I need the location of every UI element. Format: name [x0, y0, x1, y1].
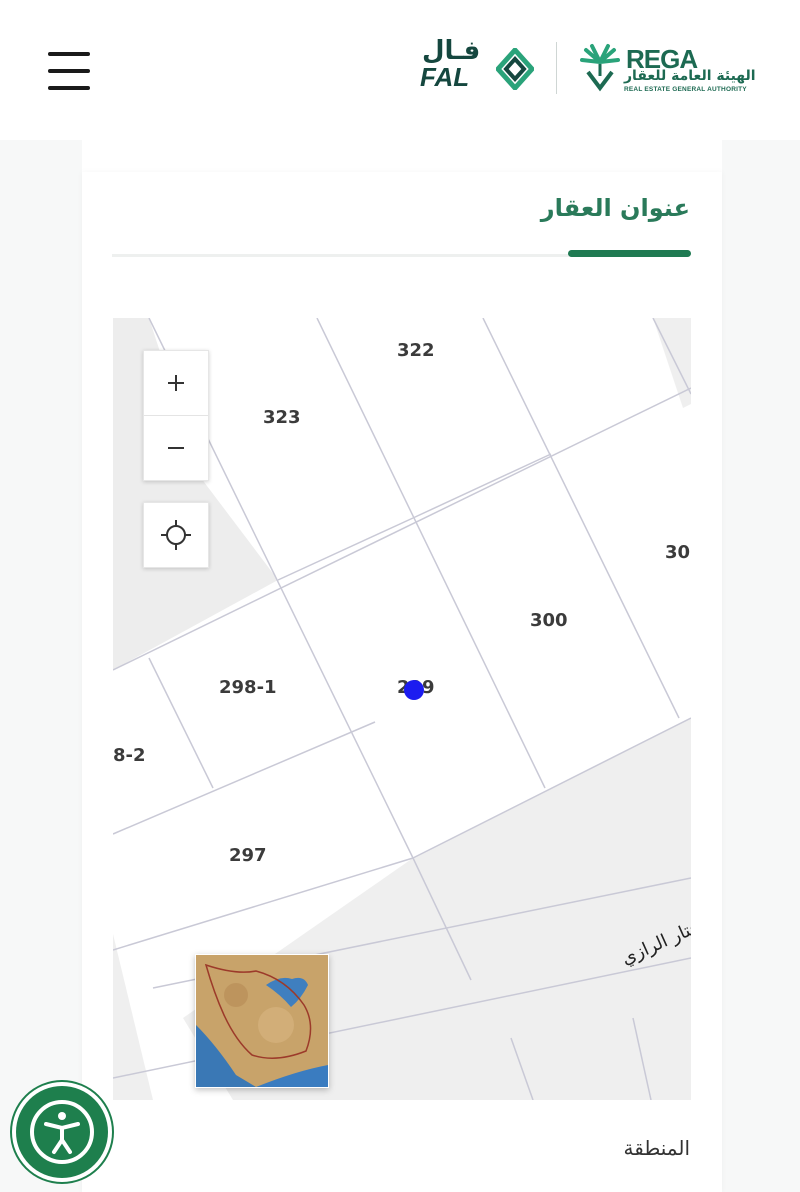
locate-control: [143, 502, 209, 568]
parcel-map[interactable]: 322 323 301 300 298-1 299 8-2 297 ختار ا…: [113, 318, 691, 1100]
location-pin[interactable]: [404, 680, 424, 700]
hamburger-menu-icon[interactable]: [48, 52, 90, 90]
region-label: المنطقة: [623, 1136, 691, 1160]
parcel-label[interactable]: 298-1: [219, 677, 277, 698]
parcel-label[interactable]: 323: [263, 407, 301, 428]
rega-palm-icon: [580, 44, 620, 92]
parcel-label[interactable]: 300: [530, 610, 568, 631]
right-gutter: [722, 140, 800, 1192]
section-title: عنوان العقار: [540, 194, 690, 222]
app-header: فـال FAL REGA الهيئة العامة للعقار REAL …: [0, 0, 800, 140]
accessibility-button[interactable]: [16, 1086, 108, 1178]
zoom-in-button[interactable]: [144, 351, 208, 415]
rega-logo[interactable]: REGA الهيئة العامة للعقار REAL ESTATE GE…: [580, 38, 764, 96]
plus-icon: [168, 375, 184, 391]
locate-button[interactable]: [144, 503, 208, 567]
rega-logo-english: REAL ESTATE GENERAL AUTHORITY: [624, 86, 747, 93]
gray-area-bottom-left: [113, 934, 153, 1100]
rega-logo-arabic: الهيئة العامة للعقار: [624, 68, 756, 84]
zoom-out-button[interactable]: [144, 415, 208, 480]
crosshair-icon: [161, 520, 191, 550]
saudi-arabia-minimap[interactable]: [195, 954, 329, 1088]
fal-logo-latin: FAL: [420, 62, 470, 92]
fal-logo[interactable]: فـال FAL: [420, 36, 534, 96]
minimap-terrain: [196, 955, 328, 1087]
parcel-label[interactable]: 297: [229, 845, 267, 866]
tab-active-indicator[interactable]: [568, 250, 691, 257]
left-gutter: [0, 140, 82, 1192]
zoom-control: [143, 350, 209, 481]
gray-area-top-right: [653, 318, 691, 408]
tab-underline: [112, 254, 572, 257]
minus-icon: [168, 447, 184, 449]
accessibility-icon: [30, 1100, 94, 1164]
logo-divider: [556, 42, 557, 94]
parcel-label[interactable]: 8-2: [113, 745, 146, 766]
fal-diamond-icon: [496, 48, 534, 90]
parcel-label[interactable]: 301: [665, 542, 691, 563]
parcel-label[interactable]: 322: [397, 340, 435, 361]
